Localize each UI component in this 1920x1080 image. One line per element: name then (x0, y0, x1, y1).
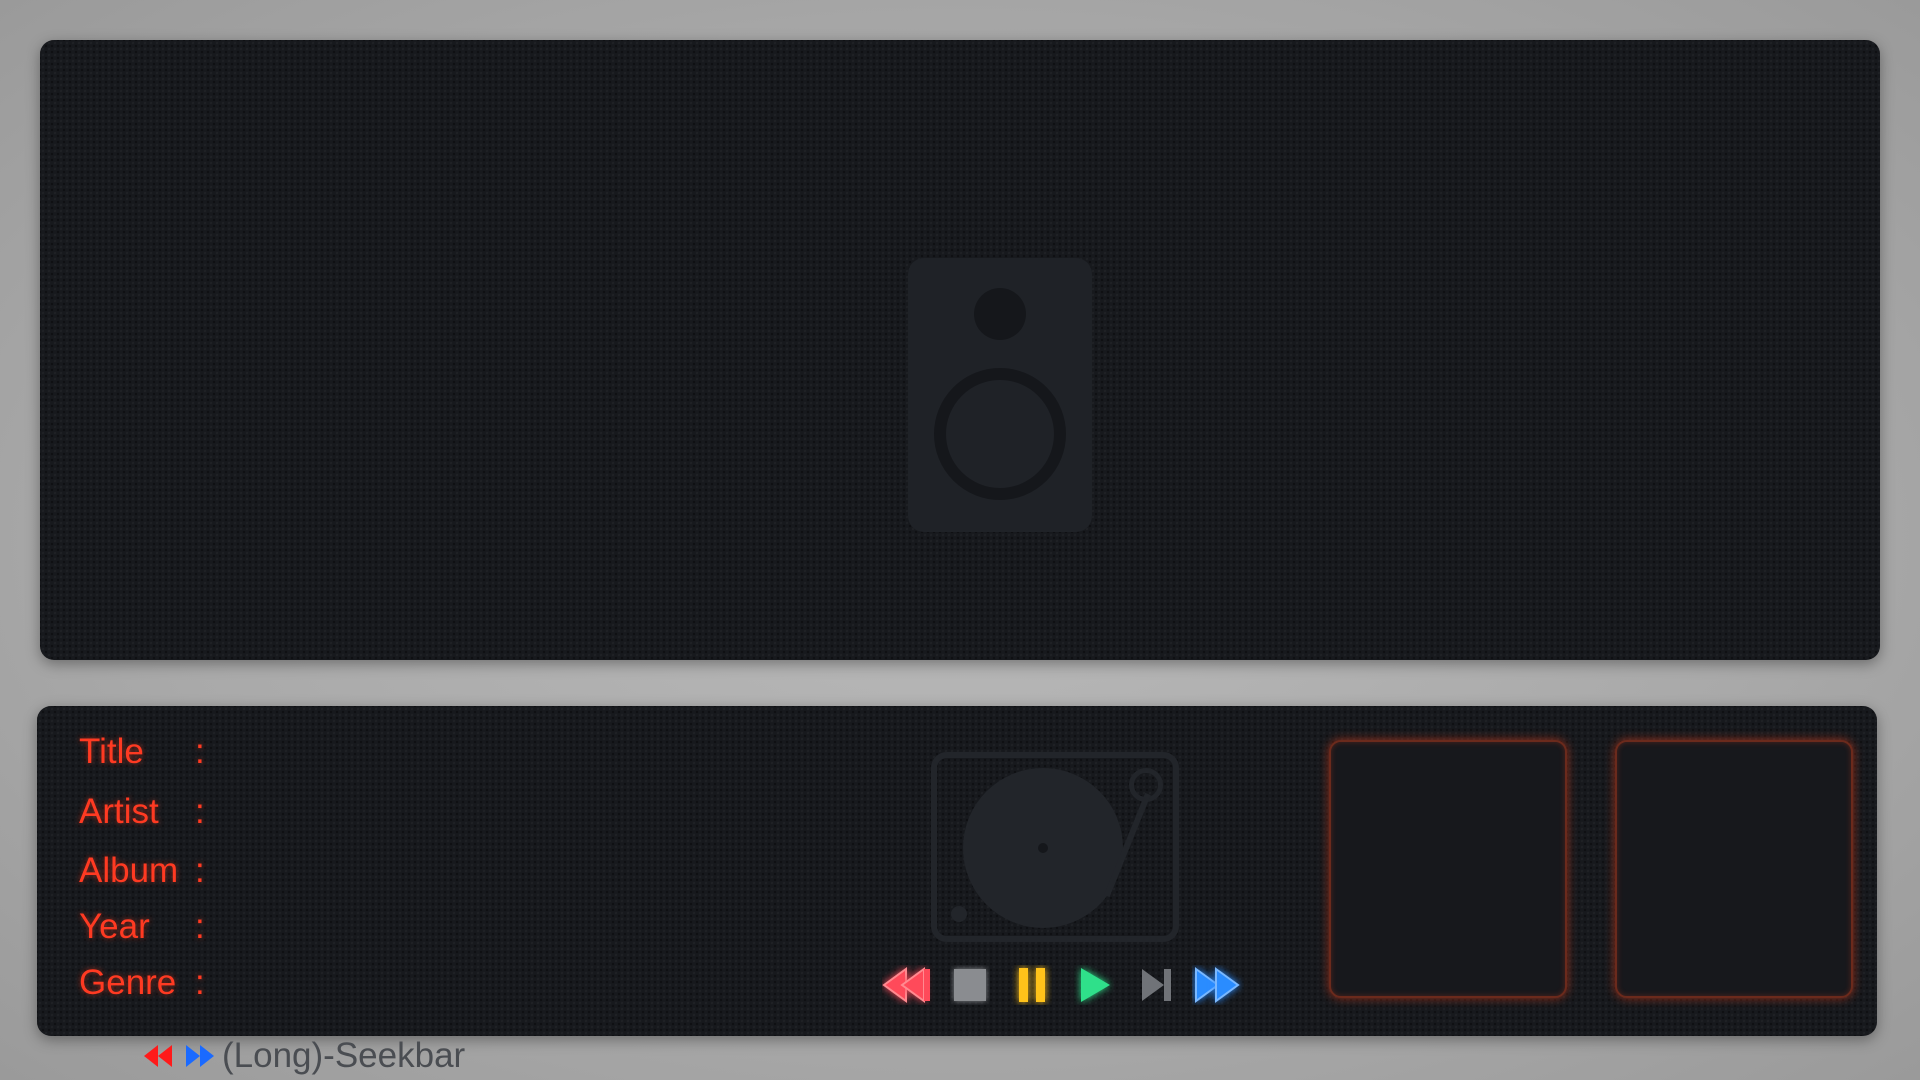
stop-icon (954, 969, 986, 1001)
visualizer-panel (40, 40, 1880, 660)
genre-colon: : (195, 963, 205, 1002)
rewind-icon (882, 967, 930, 1003)
title-label: Title (79, 732, 144, 771)
album-art-box-front (1329, 740, 1567, 998)
pause-icon (1019, 968, 1045, 1002)
fast-forward-button[interactable] (1187, 961, 1249, 1009)
rewind-hint-icon (142, 1042, 176, 1070)
year-colon: : (195, 907, 205, 946)
artist-colon: : (195, 792, 205, 831)
genre-row: Genre : (79, 961, 219, 1005)
seekbar-hint-text: (Long)-Seekbar (222, 1036, 466, 1075)
pause-button[interactable] (1001, 961, 1063, 1009)
album-art-box-back (1615, 740, 1853, 998)
fast-forward-hint-icon (182, 1042, 216, 1070)
album-colon: : (195, 851, 205, 890)
artist-label: Artist (79, 792, 159, 831)
play-button[interactable] (1063, 961, 1125, 1009)
artist-row: Artist : (79, 790, 219, 834)
album-label: Album (79, 851, 179, 890)
year-label: Year (79, 907, 150, 946)
turntable-icon (931, 752, 1179, 942)
next-track-button[interactable] (1125, 961, 1187, 1009)
next-track-icon (1142, 969, 1171, 1001)
play-icon (1081, 968, 1110, 1002)
stop-button[interactable] (939, 961, 1001, 1009)
genre-label: Genre (79, 963, 177, 1002)
track-info-panel: Title : Artist : Album : Year : Genre : (37, 706, 1877, 1036)
playback-controls (877, 961, 1249, 1009)
album-row: Album : (79, 849, 219, 893)
title-colon: : (195, 732, 205, 771)
rewind-button[interactable] (877, 961, 939, 1009)
year-row: Year : (79, 905, 219, 949)
speaker-icon (908, 258, 1092, 532)
title-row: Title : (79, 730, 219, 774)
seekbar-hint: (Long)-Seekbar (142, 1036, 465, 1076)
fast-forward-icon (1195, 967, 1240, 1003)
